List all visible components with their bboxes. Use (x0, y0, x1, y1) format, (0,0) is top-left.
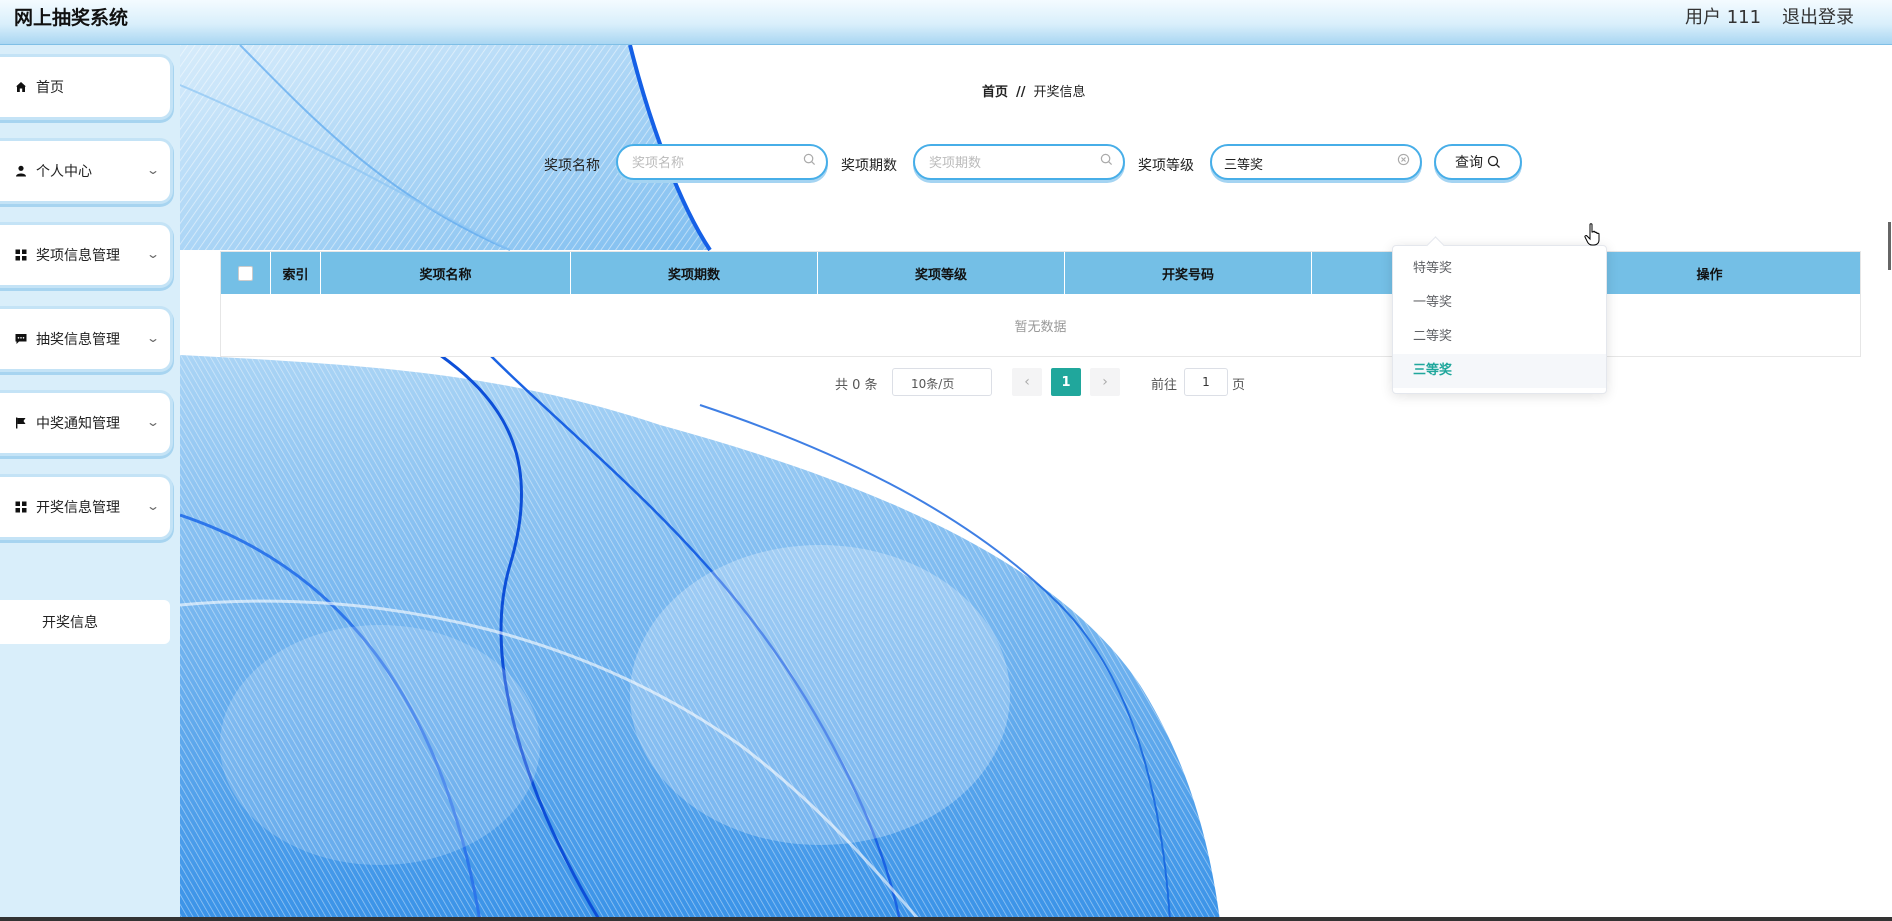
prize-level-value: 三等奖 (1224, 158, 1264, 173)
chevron-down-icon: ⌄ (145, 247, 161, 261)
prize-period-label: 奖项期数 (841, 158, 897, 174)
breadcrumb-current: 开奖信息 (1033, 85, 1086, 100)
sidebar-item-lottery-info[interactable]: 开奖信息管理 ⌄ (0, 477, 170, 537)
main-content: 首页 // 开奖信息 奖项名称 奖项期数 奖项等级 三等奖 查询 索引 奖项名称 奖… (180, 45, 1892, 921)
dropdown-option-selected[interactable]: 三等奖 (1393, 354, 1606, 388)
prize-level-dropdown: 特等奖 一等奖 二等奖 三等奖 (1392, 236, 1607, 394)
goto-page-input[interactable]: 1 (1184, 368, 1228, 396)
sidebar-item-label: 奖项信息管理 (36, 248, 120, 264)
column-header[interactable]: 奖项期数 (571, 252, 818, 294)
grid-icon (14, 500, 28, 514)
sidebar: 首页 个人中心 ⌄ 奖项信息管理 ⌄ 抽奖信息管理 ⌄ 中奖通知管理 ⌄ 开奖信… (0, 45, 180, 921)
sidebar-subitem-lottery-info[interactable]: 开奖信息 (0, 600, 170, 644)
chevron-down-icon: ⌄ (145, 163, 161, 177)
pagination-total: 共 0 条 (835, 378, 878, 393)
query-button-label: 查询 (1455, 155, 1483, 171)
search-icon (803, 153, 816, 166)
breadcrumb-separator: // (1016, 85, 1026, 100)
empty-text: 暂无数据 (1014, 319, 1067, 335)
breadcrumb: 首页 // 开奖信息 (982, 81, 1086, 100)
sidebar-item-personal-center[interactable]: 个人中心 ⌄ (0, 141, 170, 201)
dropdown-option[interactable]: 一等奖 (1393, 286, 1606, 320)
window-scrollbar[interactable] (1888, 222, 1891, 270)
column-header[interactable]: 奖项等级 (818, 252, 1065, 294)
home-icon (14, 80, 28, 94)
prize-name-label: 奖项名称 (544, 158, 600, 174)
prize-period-field[interactable] (913, 144, 1125, 180)
select-all-checkbox[interactable] (238, 265, 253, 281)
sidebar-item-label: 个人中心 (36, 164, 92, 180)
sidebar-item-label: 开奖信息管理 (36, 500, 120, 516)
top-header: 网上抽奖系统 用户 111 退出登录 (0, 0, 1892, 45)
sidebar-item-home[interactable]: 首页 (0, 57, 170, 117)
app-title: 网上抽奖系统 (14, 7, 129, 29)
user-icon (14, 164, 28, 178)
chevron-down-icon: ⌄ (145, 415, 161, 429)
sidebar-item-prize-info[interactable]: 奖项信息管理 ⌄ (0, 225, 170, 285)
goto-prefix: 前往 (1151, 378, 1178, 393)
prize-level-label: 奖项等级 (1138, 158, 1194, 174)
breadcrumb-home[interactable]: 首页 (982, 85, 1008, 100)
bottom-border (0, 917, 1892, 921)
chevron-left-icon: ‹ (1024, 374, 1030, 390)
sidebar-item-label: 首页 (36, 80, 64, 96)
current-page-button[interactable]: 1 (1051, 368, 1081, 396)
table-header-row: 索引 奖项名称 奖项期数 奖项等级 开奖号码 开奖时间 操作 (221, 252, 1860, 294)
sidebar-item-draw-info[interactable]: 抽奖信息管理 ⌄ (0, 309, 170, 369)
query-button[interactable]: 查询 (1434, 144, 1522, 180)
sidebar-subitem-label: 开奖信息 (42, 615, 98, 631)
dropdown-option[interactable]: 特等奖 (1393, 252, 1606, 286)
hand-cursor-icon (1584, 223, 1600, 246)
prize-name-input[interactable] (630, 152, 794, 174)
dropdown-option[interactable]: 二等奖 (1393, 320, 1606, 354)
flag-icon (14, 416, 28, 430)
chevron-down-icon: ⌄ (145, 499, 161, 513)
prize-level-select[interactable]: 三等奖 (1210, 144, 1422, 180)
chevron-down-icon: ⌄ (911, 374, 920, 385)
grid-icon (14, 248, 28, 262)
watermark-text: CSDN @CK3031 (1620, 866, 1891, 904)
logout-link[interactable]: 退出登录 (1782, 3, 1854, 29)
user-label[interactable]: 用户 111 (1685, 3, 1761, 29)
sidebar-item-label: 抽奖信息管理 (36, 332, 120, 348)
goto-suffix: 页 (1232, 378, 1246, 393)
sidebar-item-win-notice[interactable]: 中奖通知管理 ⌄ (0, 393, 170, 453)
chevron-down-icon: ⌄ (145, 331, 161, 345)
column-header[interactable]: 索引 (271, 252, 321, 294)
sidebar-item-label: 中奖通知管理 (36, 416, 120, 432)
select-all-cell (221, 252, 271, 294)
search-icon (1487, 155, 1500, 168)
prev-page-button[interactable]: ‹ (1012, 368, 1042, 396)
prize-period-input[interactable] (927, 152, 1091, 174)
data-table: 索引 奖项名称 奖项期数 奖项等级 开奖号码 开奖时间 操作 暂无数据 (220, 251, 1861, 357)
search-icon (1100, 153, 1113, 166)
clear-icon[interactable] (1397, 153, 1410, 166)
column-header[interactable]: 奖项名称 (321, 252, 571, 294)
message-icon (14, 332, 28, 346)
page-size-select[interactable]: 10条/页 ⌄ (892, 368, 992, 396)
next-page-button[interactable]: › (1090, 368, 1120, 396)
chevron-right-icon: › (1102, 374, 1108, 390)
column-header[interactable]: 开奖号码 (1065, 252, 1312, 294)
prize-name-field[interactable] (616, 144, 828, 180)
